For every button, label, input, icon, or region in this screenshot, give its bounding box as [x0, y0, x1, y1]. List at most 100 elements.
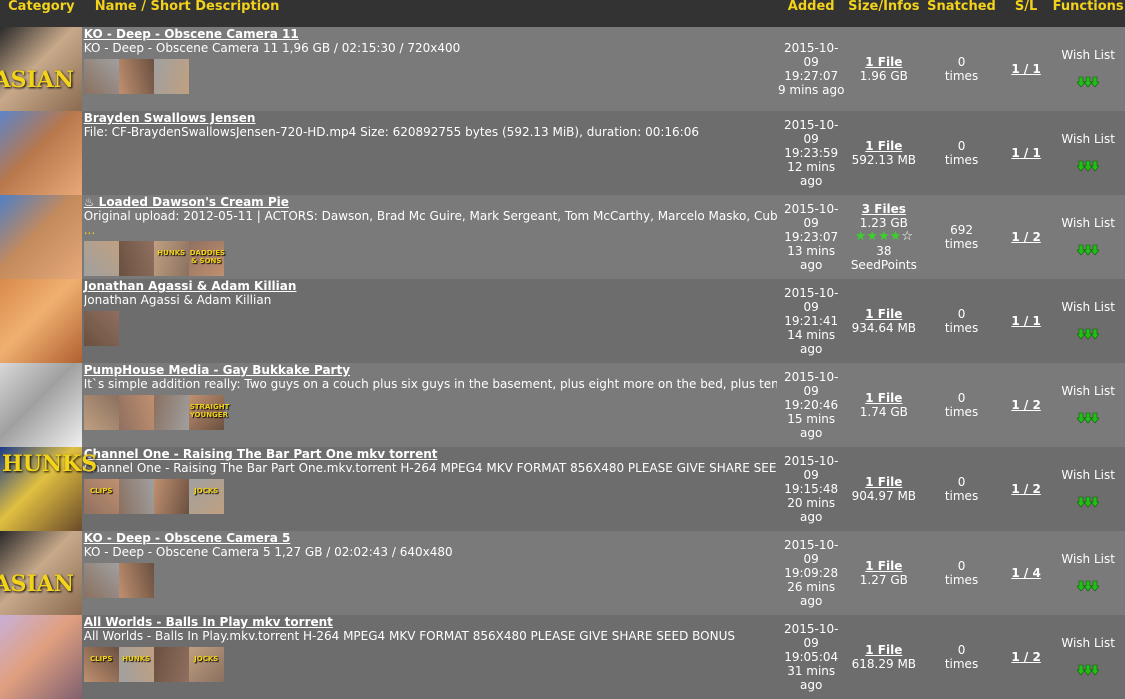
- preview-thumbnail[interactable]: [153, 479, 189, 514]
- wish-list-link[interactable]: Wish List: [1051, 384, 1125, 398]
- leechers-link[interactable]: 4: [1032, 566, 1040, 580]
- wish-list-link[interactable]: Wish List: [1051, 300, 1125, 314]
- wish-list-link[interactable]: Wish List: [1051, 468, 1125, 482]
- download-icon[interactable]: [1077, 160, 1100, 175]
- more-link[interactable]: ...: [84, 223, 95, 237]
- preview-thumbnail[interactable]: [153, 59, 189, 94]
- preview-thumbnail[interactable]: [83, 59, 119, 94]
- table-row: PumpHouse Media - Gay Bukkake Party It`s …: [0, 363, 1125, 447]
- preview-thumbnail[interactable]: [118, 59, 154, 94]
- preview-thumbnail[interactable]: JOCKS: [188, 479, 224, 514]
- category-cell: [0, 615, 83, 699]
- seeders-link[interactable]: 1: [1011, 314, 1019, 328]
- header-size[interactable]: Size/Infos: [845, 0, 923, 27]
- header-category[interactable]: Category: [0, 0, 83, 27]
- added-date: 2015-10-09: [783, 41, 839, 69]
- torrent-title-link[interactable]: Channel One - Raising The Bar Part One m…: [84, 447, 777, 461]
- preview-thumbnail[interactable]: STRAIGHT YOUNGER: [188, 395, 229, 430]
- preview-thumbnail[interactable]: CLIPS: [83, 647, 119, 682]
- wish-list-link[interactable]: Wish List: [1051, 48, 1125, 62]
- preview-thumbnail[interactable]: [83, 395, 119, 430]
- added-time: 19:20:46: [784, 398, 839, 412]
- preview-thumbnail[interactable]: HUNKS: [118, 647, 154, 682]
- preview-thumbnail[interactable]: [118, 395, 154, 430]
- preview-thumbnail[interactable]: HUNKS: [153, 241, 189, 276]
- torrent-title-link[interactable]: All Worlds - Balls In Play mkv torrent: [84, 615, 777, 629]
- leechers-link[interactable]: 2: [1032, 398, 1040, 412]
- download-icon[interactable]: [1077, 412, 1100, 427]
- header-snatched[interactable]: Snatched: [922, 0, 1001, 27]
- category-image[interactable]: ASIAN: [0, 27, 82, 111]
- preview-thumbnail[interactable]: [83, 241, 119, 276]
- snatched-unit: times: [944, 573, 979, 587]
- header-sl[interactable]: S/L: [1000, 0, 1052, 27]
- torrent-title-link[interactable]: PumpHouse Media - Gay Bukkake Party: [84, 363, 777, 377]
- preview-thumbnail[interactable]: [153, 395, 189, 430]
- files-link[interactable]: 1 File: [846, 559, 923, 573]
- category-image[interactable]: [0, 615, 82, 699]
- header-added[interactable]: Added: [776, 0, 846, 27]
- preview-thumbnail[interactable]: [83, 563, 119, 598]
- files-link[interactable]: 1 File: [846, 55, 923, 69]
- category-image[interactable]: [0, 195, 82, 279]
- leechers-link[interactable]: 1: [1032, 146, 1040, 160]
- seeders-leechers-cell: 1 / 4: [1001, 531, 1051, 615]
- leechers-link[interactable]: 2: [1032, 230, 1040, 244]
- seeders-link[interactable]: 1: [1011, 230, 1019, 244]
- download-icon[interactable]: [1077, 76, 1100, 91]
- seeders-link[interactable]: 1: [1011, 650, 1019, 664]
- preview-thumbnail[interactable]: [83, 311, 119, 346]
- files-link[interactable]: 3 Files: [846, 202, 923, 216]
- download-icon[interactable]: [1077, 664, 1100, 679]
- wish-list-link[interactable]: Wish List: [1051, 636, 1125, 650]
- category-image[interactable]: [0, 111, 82, 195]
- preview-thumbnail[interactable]: DADDIES & SONS: [188, 241, 225, 276]
- leechers-link[interactable]: 2: [1032, 482, 1040, 496]
- preview-thumbnail[interactable]: [118, 479, 154, 514]
- category-image[interactable]: [0, 363, 82, 447]
- leechers-link[interactable]: 1: [1032, 314, 1040, 328]
- file-size: 1.96 GB: [859, 69, 908, 83]
- name-cell: All Worlds - Balls In Play mkv torrent Al…: [83, 615, 777, 699]
- preview-thumbnail[interactable]: [118, 563, 154, 598]
- files-link[interactable]: 1 File: [846, 139, 923, 153]
- seeders-link[interactable]: 1: [1011, 566, 1019, 580]
- seeders-link[interactable]: 1: [1011, 398, 1019, 412]
- wish-list-link[interactable]: Wish List: [1051, 552, 1125, 566]
- files-link[interactable]: 1 File: [846, 643, 923, 657]
- sl-separator: /: [1019, 398, 1033, 412]
- seeders-link[interactable]: 1: [1011, 482, 1019, 496]
- preview-thumbnail[interactable]: [153, 647, 189, 682]
- wish-list-link[interactable]: Wish List: [1051, 132, 1125, 146]
- torrent-title-link[interactable]: ♨ Loaded Dawson's Cream Pie: [84, 195, 777, 209]
- wish-list-link[interactable]: Wish List: [1051, 216, 1125, 230]
- torrent-title-link[interactable]: Brayden Swallows Jensen: [84, 111, 777, 125]
- download-icon[interactable]: [1077, 496, 1100, 511]
- added-cell: 2015-10-09 19:23:59 12 mins ago: [777, 111, 846, 195]
- preview-thumbnail[interactable]: [118, 241, 154, 276]
- torrent-title-link[interactable]: Jonathan Agassi & Adam Killian: [84, 279, 777, 293]
- files-link[interactable]: 1 File: [846, 307, 923, 321]
- header-name[interactable]: Name / Short Description: [82, 0, 777, 27]
- description-text: KO - Deep - Obscene Camera 5 1,27 GB / 0…: [83, 545, 453, 559]
- torrent-title-link[interactable]: KO - Deep - Obscene Camera 5: [84, 531, 777, 545]
- torrent-description: File: CF-BraydenSwallowsJensen-720-HD.mp…: [84, 125, 777, 139]
- leechers-link[interactable]: 2: [1032, 650, 1040, 664]
- download-icon[interactable]: [1077, 328, 1100, 343]
- files-link[interactable]: 1 File: [846, 391, 923, 405]
- torrent-title-link[interactable]: KO - Deep - Obscene Camera 11: [84, 27, 777, 41]
- snatched-cell: 0 times: [922, 27, 1001, 111]
- category-image[interactable]: HUNKS: [0, 447, 97, 531]
- sl-separator: /: [1019, 482, 1033, 496]
- preview-thumbnail[interactable]: CLIPS: [83, 479, 119, 514]
- seeders-link[interactable]: 1: [1011, 146, 1019, 160]
- seeders-link[interactable]: 1: [1011, 62, 1019, 76]
- category-image[interactable]: [0, 279, 82, 363]
- files-link[interactable]: 1 File: [846, 475, 923, 489]
- category-image[interactable]: ASIAN: [0, 531, 82, 615]
- description-text: Jonathan Agassi & Adam Killian: [83, 293, 272, 307]
- download-icon[interactable]: [1077, 580, 1100, 595]
- preview-thumbnail[interactable]: JOCKS: [188, 647, 224, 682]
- download-icon[interactable]: [1077, 244, 1100, 259]
- leechers-link[interactable]: 1: [1032, 62, 1040, 76]
